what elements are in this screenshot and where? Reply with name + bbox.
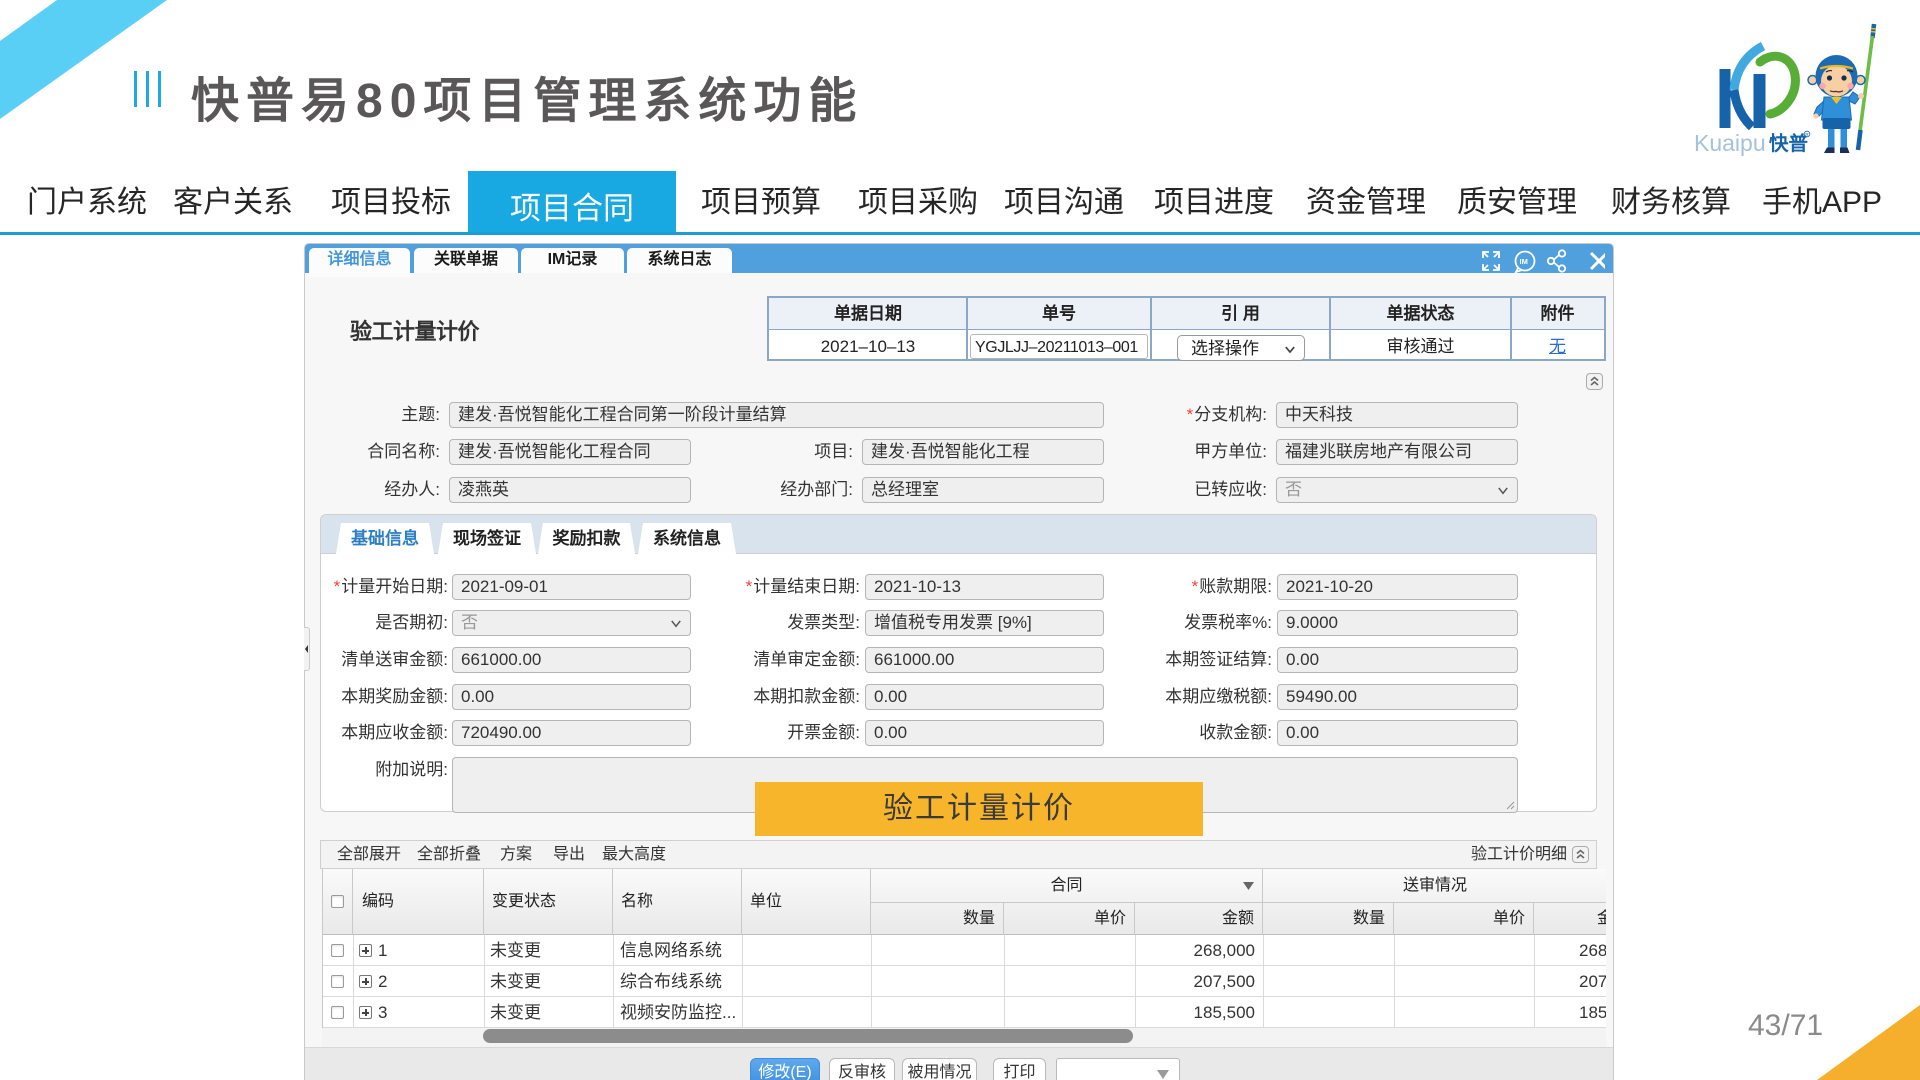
svg-text:R: R: [1805, 132, 1808, 137]
svg-text:快普: 快普: [1769, 132, 1808, 155]
svg-text:Kuaipu: Kuaipu: [1694, 130, 1766, 156]
svg-text:IM: IM: [1520, 257, 1528, 266]
